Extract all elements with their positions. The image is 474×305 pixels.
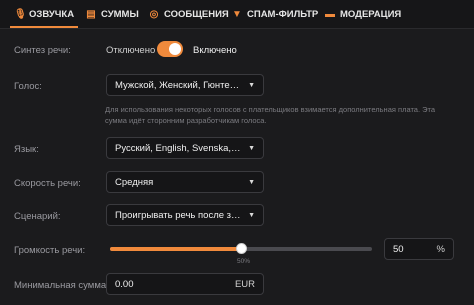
- speed-value: Средняя: [115, 176, 154, 188]
- tab-ozvuchka[interactable]: 🎙 ОЗВУЧКА: [9, 0, 79, 28]
- tab-soobshcheniya[interactable]: ◎ СООБЩЕНИЯ: [149, 0, 229, 28]
- voice-label: Голос:: [14, 81, 42, 92]
- volume-unit: %: [436, 243, 445, 255]
- tab-label: ОЗВУЧКА: [29, 8, 75, 20]
- chevron-down-icon: ▼: [248, 178, 255, 186]
- voice-note: Для использования некоторых голосов с пл…: [105, 105, 436, 125]
- min-amount-label: Минимальная сумма:: [14, 280, 109, 291]
- currency-label: EUR: [234, 278, 255, 290]
- scenario-label: Сценарий:: [14, 211, 61, 222]
- voice-select[interactable]: Мужской, Женский, Гюнтер О'Д... ▼: [106, 74, 264, 96]
- toggle-on-label: Включено: [193, 45, 237, 56]
- volume-label: Громкость речи:: [14, 245, 86, 256]
- speech-synthesis-label: Синтез речи:: [14, 45, 71, 56]
- tab-label: СПАМ-ФИЛЬТР: [247, 8, 319, 20]
- toggle-knob: [169, 43, 181, 55]
- tab-label: СООБЩЕНИЯ: [164, 8, 229, 20]
- tab-moderation[interactable]: ▬ МОДЕРАЦИЯ: [325, 0, 401, 28]
- speech-synthesis-toggle[interactable]: [157, 41, 183, 57]
- tab-summy[interactable]: ▤ СУММЫ: [86, 0, 139, 28]
- chat-icon: ◎: [149, 8, 159, 20]
- toggle-off-label: Отключено: [106, 45, 156, 56]
- chevron-down-icon: ▼: [248, 211, 255, 219]
- microphone-icon: 🎙: [14, 8, 27, 20]
- volume-input-value: 50: [393, 243, 404, 255]
- chevron-down-icon: ▼: [248, 81, 255, 89]
- filter-icon: ▼: [232, 8, 242, 20]
- volume-input[interactable]: 50 %: [384, 238, 454, 260]
- scenario-value: Проигрывать речь после звука о...: [115, 209, 242, 221]
- language-select[interactable]: Русский, English, Svenska, Franç... ▼: [106, 137, 264, 159]
- language-value: Русский, English, Svenska, Franç...: [115, 142, 243, 154]
- moderation-icon: ▬: [325, 8, 335, 20]
- min-amount-input[interactable]: 0.00 EUR: [106, 273, 264, 295]
- volume-slider-fill: [110, 247, 241, 251]
- min-amount-value: 0.00: [115, 278, 134, 290]
- tab-label: СУММЫ: [101, 8, 139, 20]
- volume-percent-label: 50%: [237, 258, 251, 265]
- volume-slider-handle[interactable]: [236, 243, 247, 254]
- voice-value: Мужской, Женский, Гюнтер О'Д...: [115, 79, 242, 91]
- language-label: Язык:: [14, 144, 39, 155]
- tab-bar: 🎙 ОЗВУЧКА ▤ СУММЫ ◎ СООБЩЕНИЯ ▼ СПАМ-ФИЛ…: [0, 0, 474, 29]
- tab-label: МОДЕРАЦИЯ: [340, 8, 402, 20]
- coins-icon: ▤: [86, 8, 96, 20]
- scenario-select[interactable]: Проигрывать речь после звука о... ▼: [106, 204, 264, 226]
- tab-spam-filter[interactable]: ▼ СПАМ-ФИЛЬТР: [232, 0, 318, 28]
- speed-label: Скорость речи:: [14, 178, 81, 189]
- chevron-down-icon: ▼: [248, 144, 255, 152]
- speed-select[interactable]: Средняя ▼: [106, 171, 264, 193]
- volume-slider[interactable]: [110, 243, 372, 254]
